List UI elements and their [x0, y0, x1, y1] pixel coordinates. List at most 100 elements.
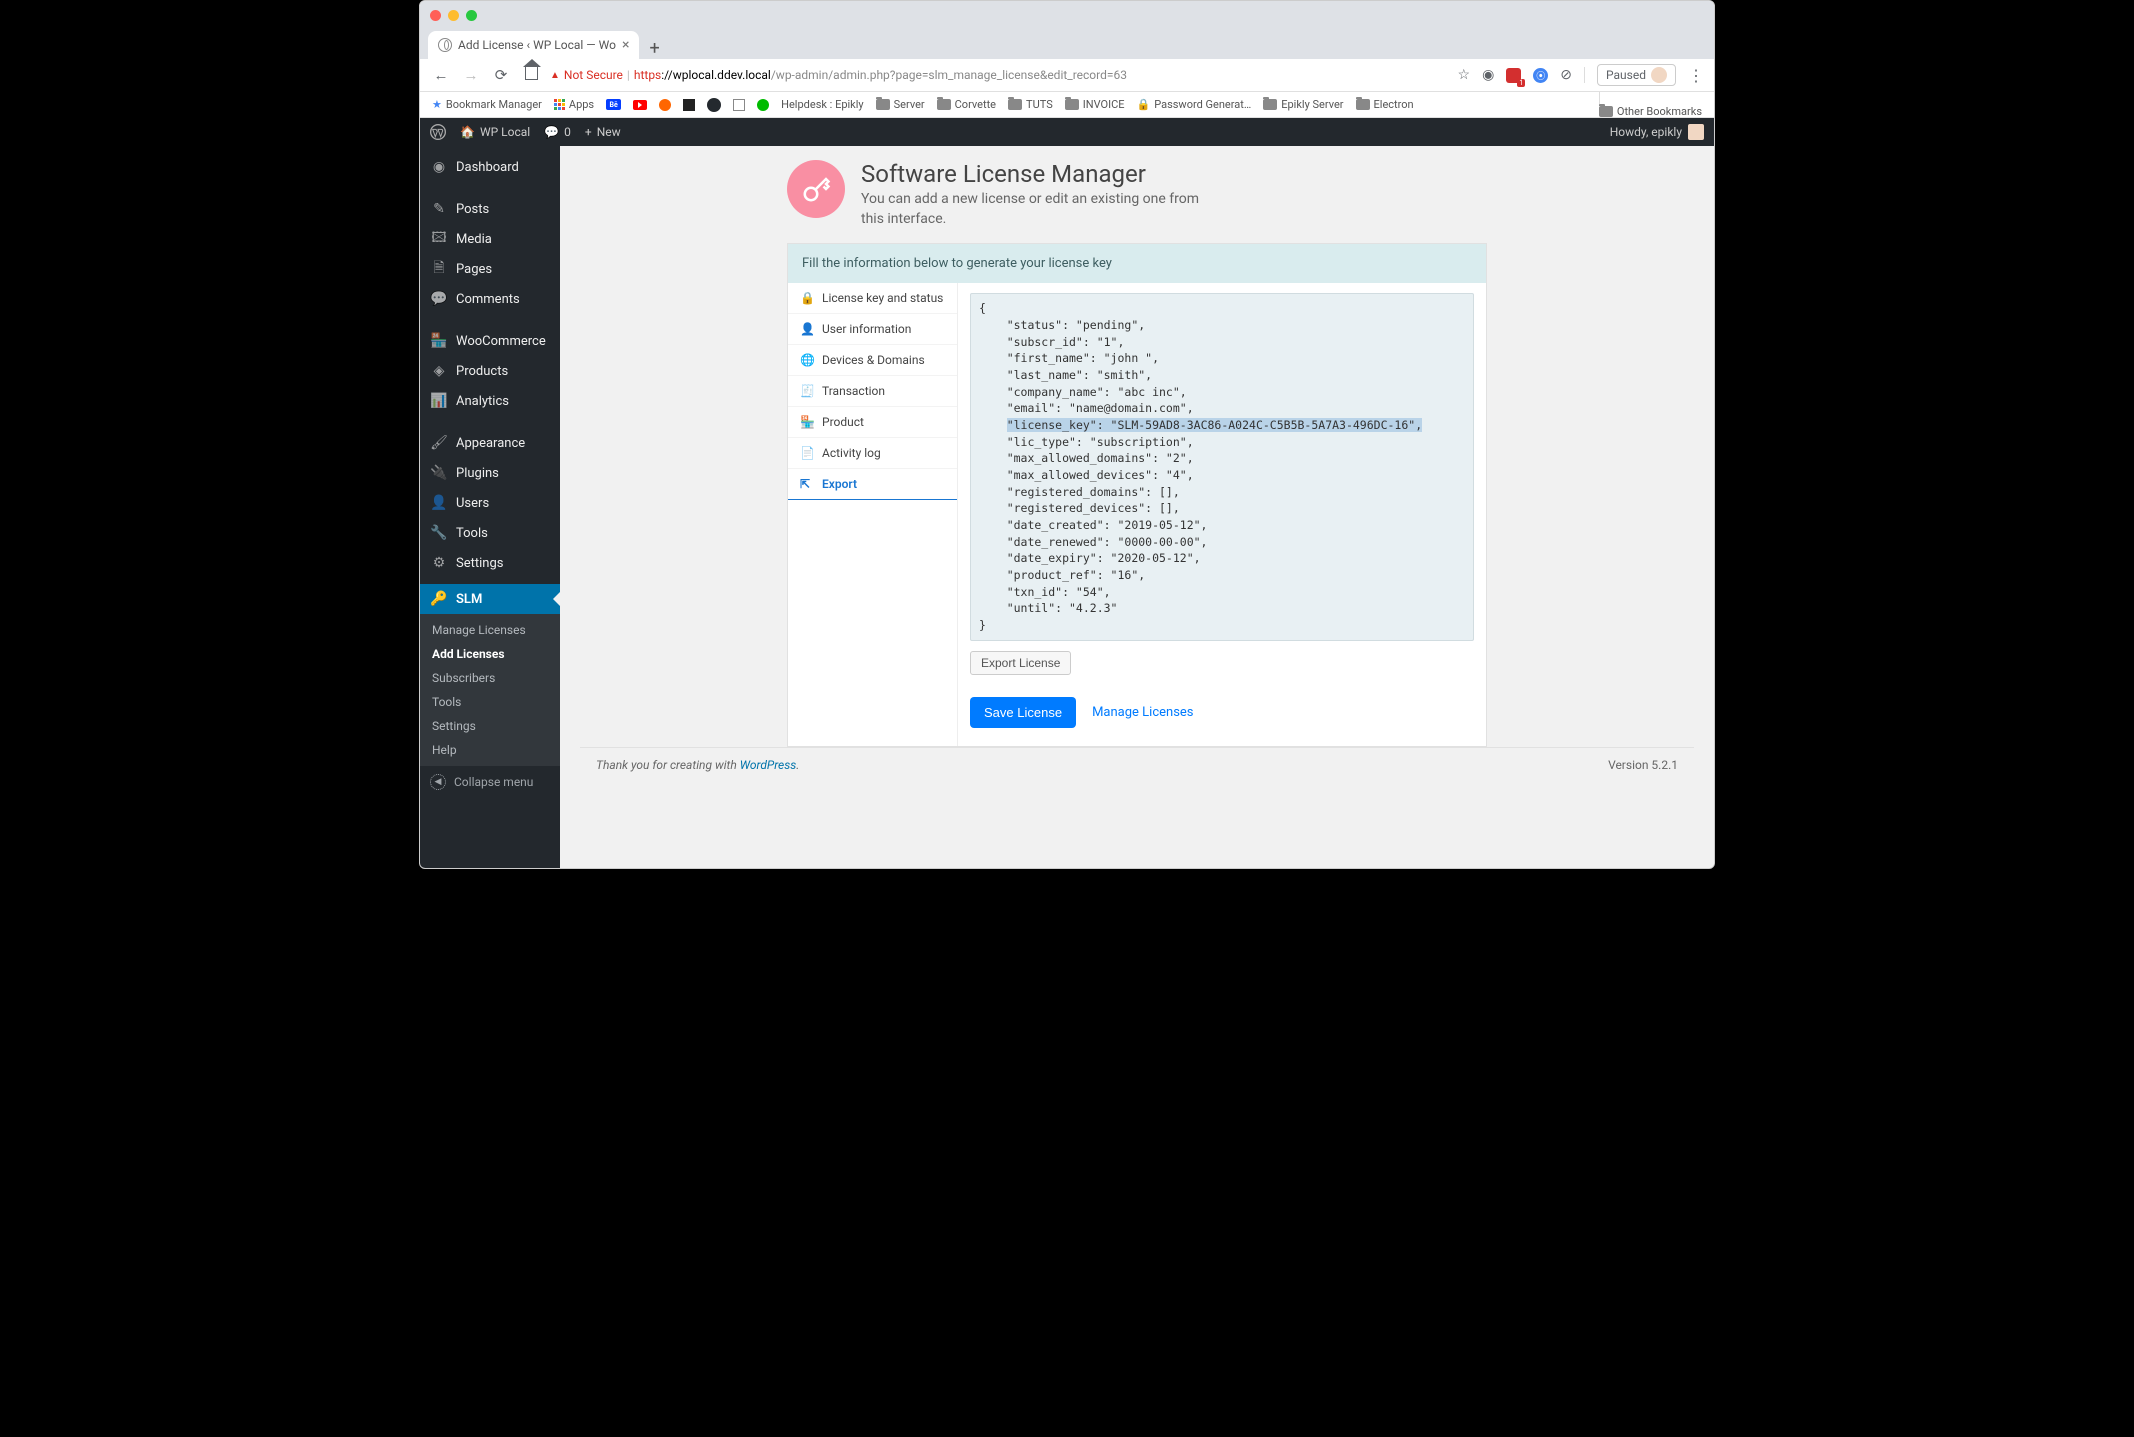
bookmark-helpdesk[interactable]: Helpdesk : Epikly — [781, 98, 864, 111]
window-minimize[interactable] — [448, 10, 459, 21]
user-icon: 👤 — [800, 322, 814, 336]
not-secure-badge: Not Secure — [550, 68, 623, 82]
submenu-tools[interactable]: Tools — [420, 690, 560, 714]
page-header: Software License Manager You can add a n… — [787, 146, 1487, 243]
bookmark-behance[interactable]: Bē — [606, 99, 621, 110]
submenu-subscribers[interactable]: Subscribers — [420, 666, 560, 690]
tab-product[interactable]: 🏪Product — [788, 407, 957, 438]
star-icon[interactable]: ☆ — [1458, 67, 1471, 83]
tab-license-key[interactable]: 🔒License key and status — [788, 283, 957, 314]
bookmark-youtube[interactable] — [633, 100, 647, 110]
store-icon: 🏪 — [800, 415, 814, 429]
new-link[interactable]: + New — [585, 125, 621, 139]
menu-settings[interactable]: ⚙Settings — [420, 548, 560, 578]
comments-link[interactable]: 💬 0 — [544, 125, 571, 139]
menu-tools[interactable]: 🔧Tools — [420, 518, 560, 548]
wordpress-link[interactable]: WordPress — [740, 758, 797, 772]
tab-devices[interactable]: 🌐Devices & Domains — [788, 345, 957, 376]
bookmark-dark[interactable] — [683, 99, 695, 111]
bookmark-orange[interactable] — [659, 99, 671, 111]
tab-export[interactable]: ⇱Export — [788, 469, 957, 500]
tab-activity[interactable]: 📄Activity log — [788, 438, 957, 469]
menu-pages[interactable]: 🗎Pages — [420, 254, 560, 284]
toolbar-right: ☆ ◉ 1 ⦿ ⊘ Paused ⋮ — [1458, 64, 1705, 86]
menu-users[interactable]: 👤Users — [420, 488, 560, 518]
license-card: Fill the information below to generate y… — [787, 243, 1487, 746]
bookmark-apps[interactable]: Apps — [554, 98, 594, 111]
menu-woocommerce[interactable]: 🏪WooCommerce — [420, 326, 560, 356]
license-json-output[interactable]: { "status": "pending", "subscr_id": "1",… — [970, 293, 1474, 640]
page-title: Software License Manager — [861, 160, 1221, 188]
menu-products[interactable]: ◈Products — [420, 356, 560, 386]
header-text: Software License Manager You can add a n… — [861, 160, 1221, 229]
menu-plugins[interactable]: 🔌Plugins — [420, 458, 560, 488]
reload-button[interactable]: ⟳ — [490, 66, 512, 84]
bookmark-box[interactable] — [733, 99, 745, 111]
wp-footer: Thank you for creating with WordPress. V… — [580, 747, 1694, 782]
bookmark-invoice[interactable]: INVOICE — [1065, 98, 1125, 111]
menu-appearance[interactable]: 🖌Appearance — [420, 428, 560, 458]
tab-transaction[interactable]: 🧾Transaction — [788, 376, 957, 407]
address-bar: ← → ⟳ Not Secure | https://wplocal.ddev.… — [420, 59, 1714, 92]
wp-admin: 🏠 WP Local 💬 0 + New Howdy, epikly ◉Dash… — [420, 118, 1714, 868]
globe-icon — [438, 38, 452, 52]
other-bookmarks[interactable]: Other Bookmarks — [1599, 92, 1702, 118]
wp-body: ◉Dashboard ✎Posts 🖾Media 🗎Pages 💬Comment… — [420, 146, 1714, 868]
back-button[interactable]: ← — [430, 66, 452, 84]
chrome-tabstrip: Add License ‹ WP Local — Wo × + — [420, 1, 1714, 59]
bookmark-manager[interactable]: ★Bookmark Manager — [432, 98, 542, 111]
menu-posts[interactable]: ✎Posts — [420, 194, 560, 224]
export-license-button[interactable]: Export License — [970, 651, 1071, 675]
bookmark-corvette[interactable]: Corvette — [937, 98, 996, 111]
extension-icon[interactable]: ⦿ — [1533, 68, 1548, 83]
card-body: 🔒License key and status 👤User informatio… — [788, 283, 1486, 745]
menu-analytics[interactable]: 📊Analytics — [420, 386, 560, 416]
submenu-help[interactable]: Help — [420, 738, 560, 762]
slm-submenu: Manage Licenses Add Licenses Subscribers… — [420, 614, 560, 766]
menu-slm[interactable]: 🔑SLM — [420, 584, 560, 614]
url-field[interactable]: Not Secure | https://wplocal.ddev.local/… — [550, 68, 1127, 82]
window-zoom[interactable] — [466, 10, 477, 21]
globe-icon: 🌐 — [800, 353, 814, 367]
new-tab-button[interactable]: + — [639, 38, 669, 59]
menu-comments[interactable]: 💬Comments — [420, 284, 560, 314]
collapse-menu[interactable]: ◀Collapse menu — [420, 766, 560, 798]
submenu-manage[interactable]: Manage Licenses — [420, 618, 560, 642]
menu-icon[interactable]: ⋮ — [1688, 66, 1704, 85]
traffic-lights — [430, 10, 477, 21]
browser-window: Add License ‹ WP Local — Wo × + ← → ⟳ No… — [419, 0, 1715, 869]
menu-dashboard[interactable]: ◉Dashboard — [420, 152, 560, 182]
bookmark-green[interactable] — [757, 99, 769, 111]
tab-bar: Add License ‹ WP Local — Wo × + — [420, 29, 1714, 59]
home-button[interactable] — [520, 66, 542, 84]
bookmark-electron[interactable]: Electron — [1356, 98, 1414, 111]
bookmark-epikly-server[interactable]: Epikly Server — [1263, 98, 1343, 111]
submenu-settings[interactable]: Settings — [420, 714, 560, 738]
camera-icon[interactable]: ◉ — [1482, 67, 1494, 83]
block-icon[interactable]: ⊘ — [1560, 67, 1572, 83]
tab-user-info[interactable]: 👤User information — [788, 314, 957, 345]
tab-title: Add License ‹ WP Local — Wo — [458, 38, 616, 52]
close-icon[interactable]: × — [622, 37, 629, 53]
ublock-icon[interactable]: 1 — [1506, 68, 1521, 83]
site-link[interactable]: 🏠 WP Local — [460, 125, 530, 139]
bookmark-tuts[interactable]: TUTS — [1008, 98, 1053, 111]
footer-thank: Thank you for creating with WordPress. — [596, 758, 799, 772]
manage-licenses-link[interactable]: Manage Licenses — [1092, 705, 1193, 720]
wp-logo[interactable] — [430, 124, 446, 140]
profile-paused[interactable]: Paused — [1597, 64, 1676, 86]
submenu-add[interactable]: Add Licenses — [420, 642, 560, 666]
browser-tab[interactable]: Add License ‹ WP Local — Wo × — [428, 31, 639, 59]
side-tabs: 🔒License key and status 👤User informatio… — [788, 283, 958, 745]
howdy[interactable]: Howdy, epikly — [1610, 124, 1704, 140]
action-row: Save License Manage Licenses — [970, 697, 1474, 728]
window-close[interactable] — [430, 10, 441, 21]
bookmark-password[interactable]: 🔒Password Generat… — [1137, 98, 1252, 111]
forward-button[interactable]: → — [460, 66, 482, 84]
save-license-button[interactable]: Save License — [970, 697, 1076, 728]
bookmark-github[interactable] — [707, 98, 721, 112]
admin-menu: ◉Dashboard ✎Posts 🖾Media 🗎Pages 💬Comment… — [420, 146, 560, 868]
menu-media[interactable]: 🖾Media — [420, 224, 560, 254]
wp-version: Version 5.2.1 — [1608, 758, 1678, 772]
bookmark-server[interactable]: Server — [876, 98, 925, 111]
